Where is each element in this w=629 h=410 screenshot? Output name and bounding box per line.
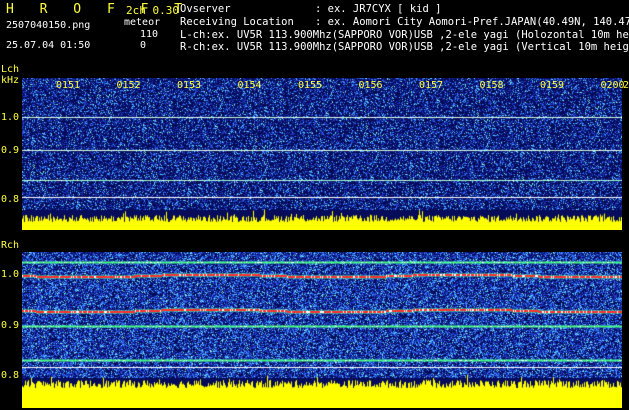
time-tick-0158: 0158 [479, 80, 504, 91]
time-tick-0155: 0155 [298, 80, 323, 91]
mode-label: meteor [124, 17, 161, 28]
observer-label: Ovserver [180, 3, 231, 15]
time-tick-0157: 0157 [419, 80, 444, 91]
observer-row: Ovserver : ex. JR7CYX [ kid ] [180, 3, 441, 16]
lch-spectrogram-panel [22, 78, 622, 230]
rch-y-label-0.9: 0.9 [1, 320, 20, 331]
channel-setting: 2ch 0.30 [126, 4, 179, 17]
lch-label: Lch [1, 64, 20, 75]
time-tick-0156: 0156 [358, 80, 383, 91]
frequency-unit-label: kHz [1, 75, 20, 86]
lch-y-label-0.9: 0.9 [1, 145, 20, 156]
time-tick-0153: 0153 [177, 80, 202, 91]
time-tick-0151: 0151 [56, 80, 81, 91]
lch-y-label-1.0: 1.0 [1, 112, 20, 123]
rch-y-label-0.8: 0.8 [1, 370, 20, 381]
lch-y-label-0.8: 0.8 [1, 194, 20, 205]
rch-meteor-count: 0 [140, 40, 147, 51]
rch-label: Rch [1, 240, 20, 251]
time-tick-0159: 0159 [540, 80, 565, 91]
filename: 2507040150.png [6, 20, 91, 31]
location-row: Receiving Location : ex. Aomori City Aomo… [180, 16, 629, 29]
rch-spectrogram [22, 252, 622, 408]
time-tick-0200: 0200 [600, 80, 625, 91]
location-value: : ex. Aomori City Aomori-Pref.JAPAN(40.4… [315, 16, 629, 28]
location-label: Receiving Location [180, 16, 294, 28]
rch-receiver-info: R-ch:ex. UV5R 113.900Mhz(SAPPORO VOR)USB… [180, 41, 629, 53]
time-axis-edge-marker: 2 [623, 80, 629, 91]
rch-spectrogram-panel [22, 252, 622, 408]
lch-receiver-info: L-ch:ex. UV5R 113.900Mhz(SAPPORO VOR)USB… [180, 29, 629, 41]
time-tick-0152: 0152 [116, 80, 141, 91]
time-tick-0154: 0154 [237, 80, 262, 91]
datetime: 25.07.04 01:50 [6, 40, 91, 51]
rch-y-label-1.0: 1.0 [1, 269, 20, 280]
observer-value: : ex. JR7CYX [ kid ] [315, 3, 442, 15]
lch-spectrogram [22, 78, 622, 230]
